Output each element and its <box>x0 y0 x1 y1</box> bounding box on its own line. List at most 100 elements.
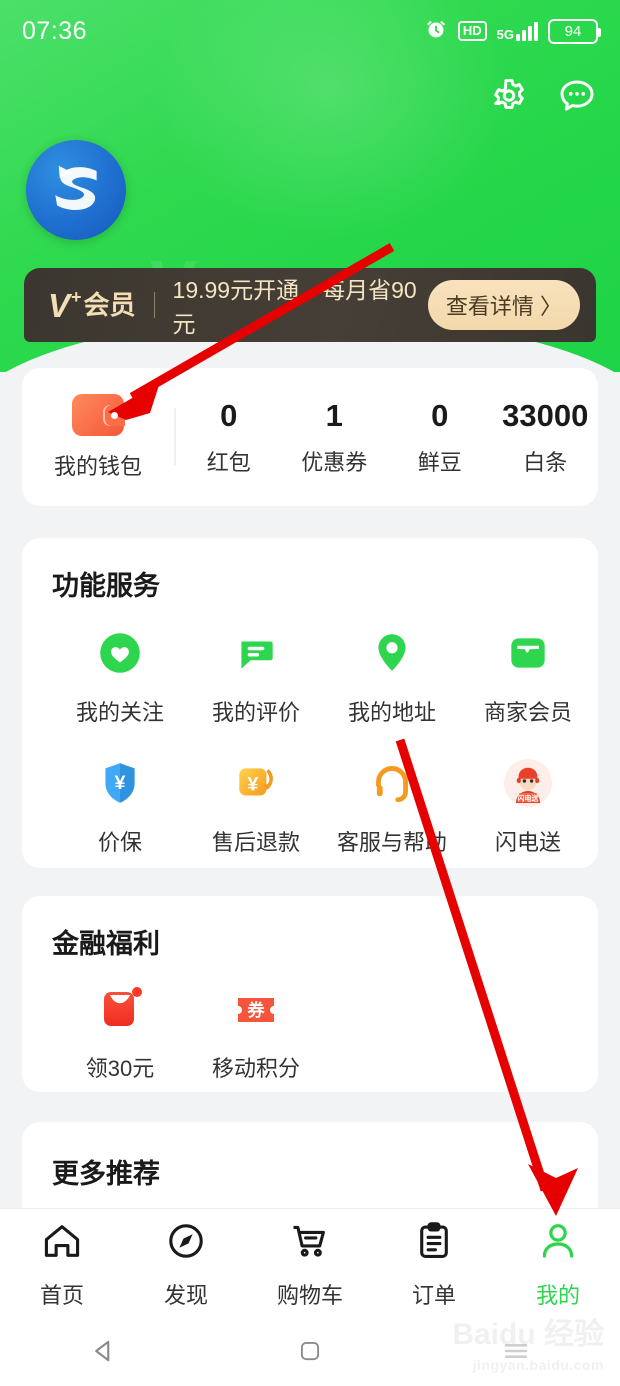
location-pin-icon <box>366 627 418 679</box>
vip-banner[interactable]: V + 会员 19.99元开通，每月省90元 查看详情 〉 <box>24 268 596 342</box>
svg-text:券: 券 <box>247 1000 266 1020</box>
service-item-refund[interactable]: ¥ 售后退款 <box>188 757 324 857</box>
stat-value: 1 <box>325 397 343 433</box>
wallet-stat-baitiao[interactable]: 33000 白条 <box>493 398 599 477</box>
tab-label: 我的 <box>535 1283 580 1308</box>
network-type-label: 5G <box>496 26 514 42</box>
tab-orders[interactable]: 订单 <box>372 1219 496 1310</box>
service-item-label: 我的地址 <box>347 700 436 725</box>
back-triangle-icon[interactable] <box>87 1334 121 1373</box>
phone-screen: V 07:36 HD 5G 94 <box>0 0 620 1386</box>
stat-label: 优惠券 <box>301 449 368 475</box>
service-item-label: 商家会员 <box>483 700 572 725</box>
refund-yuan-icon: ¥ <box>230 757 282 809</box>
stat-label: 红包 <box>206 449 251 475</box>
header-actions <box>488 76 598 118</box>
vip-divider <box>153 292 155 318</box>
more-recommend-title: 更多推荐 <box>52 1159 160 1189</box>
service-item-customer-service[interactable]: 客服与帮助 <box>324 757 460 857</box>
comment-icon <box>230 627 282 679</box>
service-item-flash-delivery[interactable]: 闪电送 闪电送 <box>460 757 596 857</box>
service-item-label: 客服与帮助 <box>336 830 447 855</box>
service-item-my-review[interactable]: 我的评价 <box>188 627 324 727</box>
home-square-icon[interactable] <box>295 1336 325 1371</box>
my-wallet-label: 我的钱包 <box>53 453 142 479</box>
headset-icon <box>366 757 418 809</box>
function-services-title: 功能服务 <box>52 571 160 601</box>
wallet-stats: 0 红包 1 优惠券 0 鲜豆 33000 白条 <box>176 398 598 477</box>
signal-icon <box>516 21 538 41</box>
finance-item-label: 领30元 <box>85 1056 155 1081</box>
my-wallet-entry[interactable]: 我的钱包 <box>22 393 174 481</box>
tab-mine[interactable]: 我的 <box>496 1219 620 1310</box>
wallet-icon <box>72 393 125 436</box>
function-services-grid: 我的关注 我的评价 我的地址 商家会员 ¥ 价保 ¥ 售后退款 客服与帮助 闪电… <box>52 627 598 887</box>
red-envelope-icon <box>94 983 146 1035</box>
finance-item-mobile-points[interactable]: 券 移动积分 <box>188 983 324 1083</box>
battery-icon: 94 <box>548 18 601 44</box>
coupon-icon: 券 <box>230 983 282 1035</box>
svg-text:¥: ¥ <box>247 773 258 795</box>
service-item-price-protection[interactable]: ¥ 价保 <box>52 757 188 857</box>
baidu-watermark: Baidu 经验 jingyan.baidu.com <box>424 1320 604 1376</box>
finance-benefits-card: 金融福利 领30元 券 移动积分 <box>22 896 598 1092</box>
merchant-card-icon <box>502 627 554 679</box>
cart-icon <box>288 1219 332 1269</box>
service-item-label: 我的关注 <box>75 700 164 725</box>
svg-text:闪电送: 闪电送 <box>518 793 540 802</box>
service-item-merchant-member[interactable]: 商家会员 <box>460 627 596 727</box>
heart-icon <box>94 627 146 679</box>
vip-detail-button[interactable]: 查看详情 〉 <box>427 280 580 330</box>
alarm-icon <box>424 17 448 46</box>
tab-label: 购物车 <box>276 1283 343 1308</box>
stat-value: 33000 <box>502 397 589 433</box>
user-icon <box>536 1219 580 1269</box>
watermark-text: Baidu 经验 <box>452 1318 604 1351</box>
vip-logo-v: V <box>48 286 71 324</box>
order-list-icon <box>412 1219 456 1269</box>
status-time: 07:36 <box>22 16 88 45</box>
vip-logo: V + 会员 <box>48 286 136 324</box>
service-item-label: 我的评价 <box>211 700 300 725</box>
vip-description: 19.99元开通，每月省90元 <box>172 277 417 337</box>
finance-item-label: 移动积分 <box>211 1056 300 1081</box>
hd-icon: HD <box>457 21 487 41</box>
service-item-my-follow[interactable]: 我的关注 <box>52 627 188 727</box>
wallet-card: 我的钱包 0 红包 1 优惠券 0 鲜豆 33000 白条 <box>22 368 598 506</box>
battery-level: 94 <box>564 22 582 40</box>
gear-icon[interactable] <box>488 76 530 118</box>
compass-icon <box>164 1219 208 1269</box>
function-services-card: 功能服务 我的关注 我的评价 我的地址 商家会员 ¥ 价保 ¥ 售后退款 客服与… <box>22 538 598 868</box>
flash-delivery-icon: 闪电送 <box>502 757 554 809</box>
service-item-label: 售后退款 <box>211 830 300 855</box>
avatar[interactable] <box>26 140 126 240</box>
bottom-tab-bar: 首页 发现 购物车 订单 我的 <box>0 1208 620 1320</box>
wallet-stat-hongbao[interactable]: 0 红包 <box>176 398 282 477</box>
home-icon <box>40 1219 84 1269</box>
status-bar: 07:36 HD 5G 94 <box>0 0 620 62</box>
tab-home[interactable]: 首页 <box>0 1219 124 1310</box>
service-item-my-address[interactable]: 我的地址 <box>324 627 460 727</box>
tab-label: 订单 <box>411 1283 456 1308</box>
wallet-stat-beans[interactable]: 0 鲜豆 <box>387 398 493 477</box>
tab-cart[interactable]: 购物车 <box>248 1219 372 1310</box>
tab-label: 发现 <box>163 1283 208 1308</box>
tab-discover[interactable]: 发现 <box>124 1219 248 1310</box>
finance-benefits-title: 金融福利 <box>52 929 160 959</box>
shield-yuan-icon: ¥ <box>94 757 146 809</box>
watermark-url: jingyan.baidu.com <box>472 1357 604 1373</box>
stat-label: 白条 <box>523 449 568 475</box>
stat-value: 0 <box>220 397 238 433</box>
tab-label: 首页 <box>39 1283 84 1308</box>
stat-value: 0 <box>431 397 449 433</box>
wallet-stat-coupon[interactable]: 1 优惠券 <box>282 398 388 477</box>
service-item-label: 价保 <box>97 830 142 855</box>
service-item-label: 闪电送 <box>494 830 561 855</box>
finance-benefits-grid: 领30元 券 移动积分 <box>52 983 598 1113</box>
vip-logo-text: 会员 <box>83 289 136 320</box>
chat-bubble-icon[interactable] <box>556 76 598 118</box>
stat-label: 鲜豆 <box>417 449 462 475</box>
finance-item-claim-30[interactable]: 领30元 <box>52 983 188 1083</box>
svg-text:¥: ¥ <box>114 772 125 794</box>
vip-logo-plus: + <box>71 286 82 307</box>
